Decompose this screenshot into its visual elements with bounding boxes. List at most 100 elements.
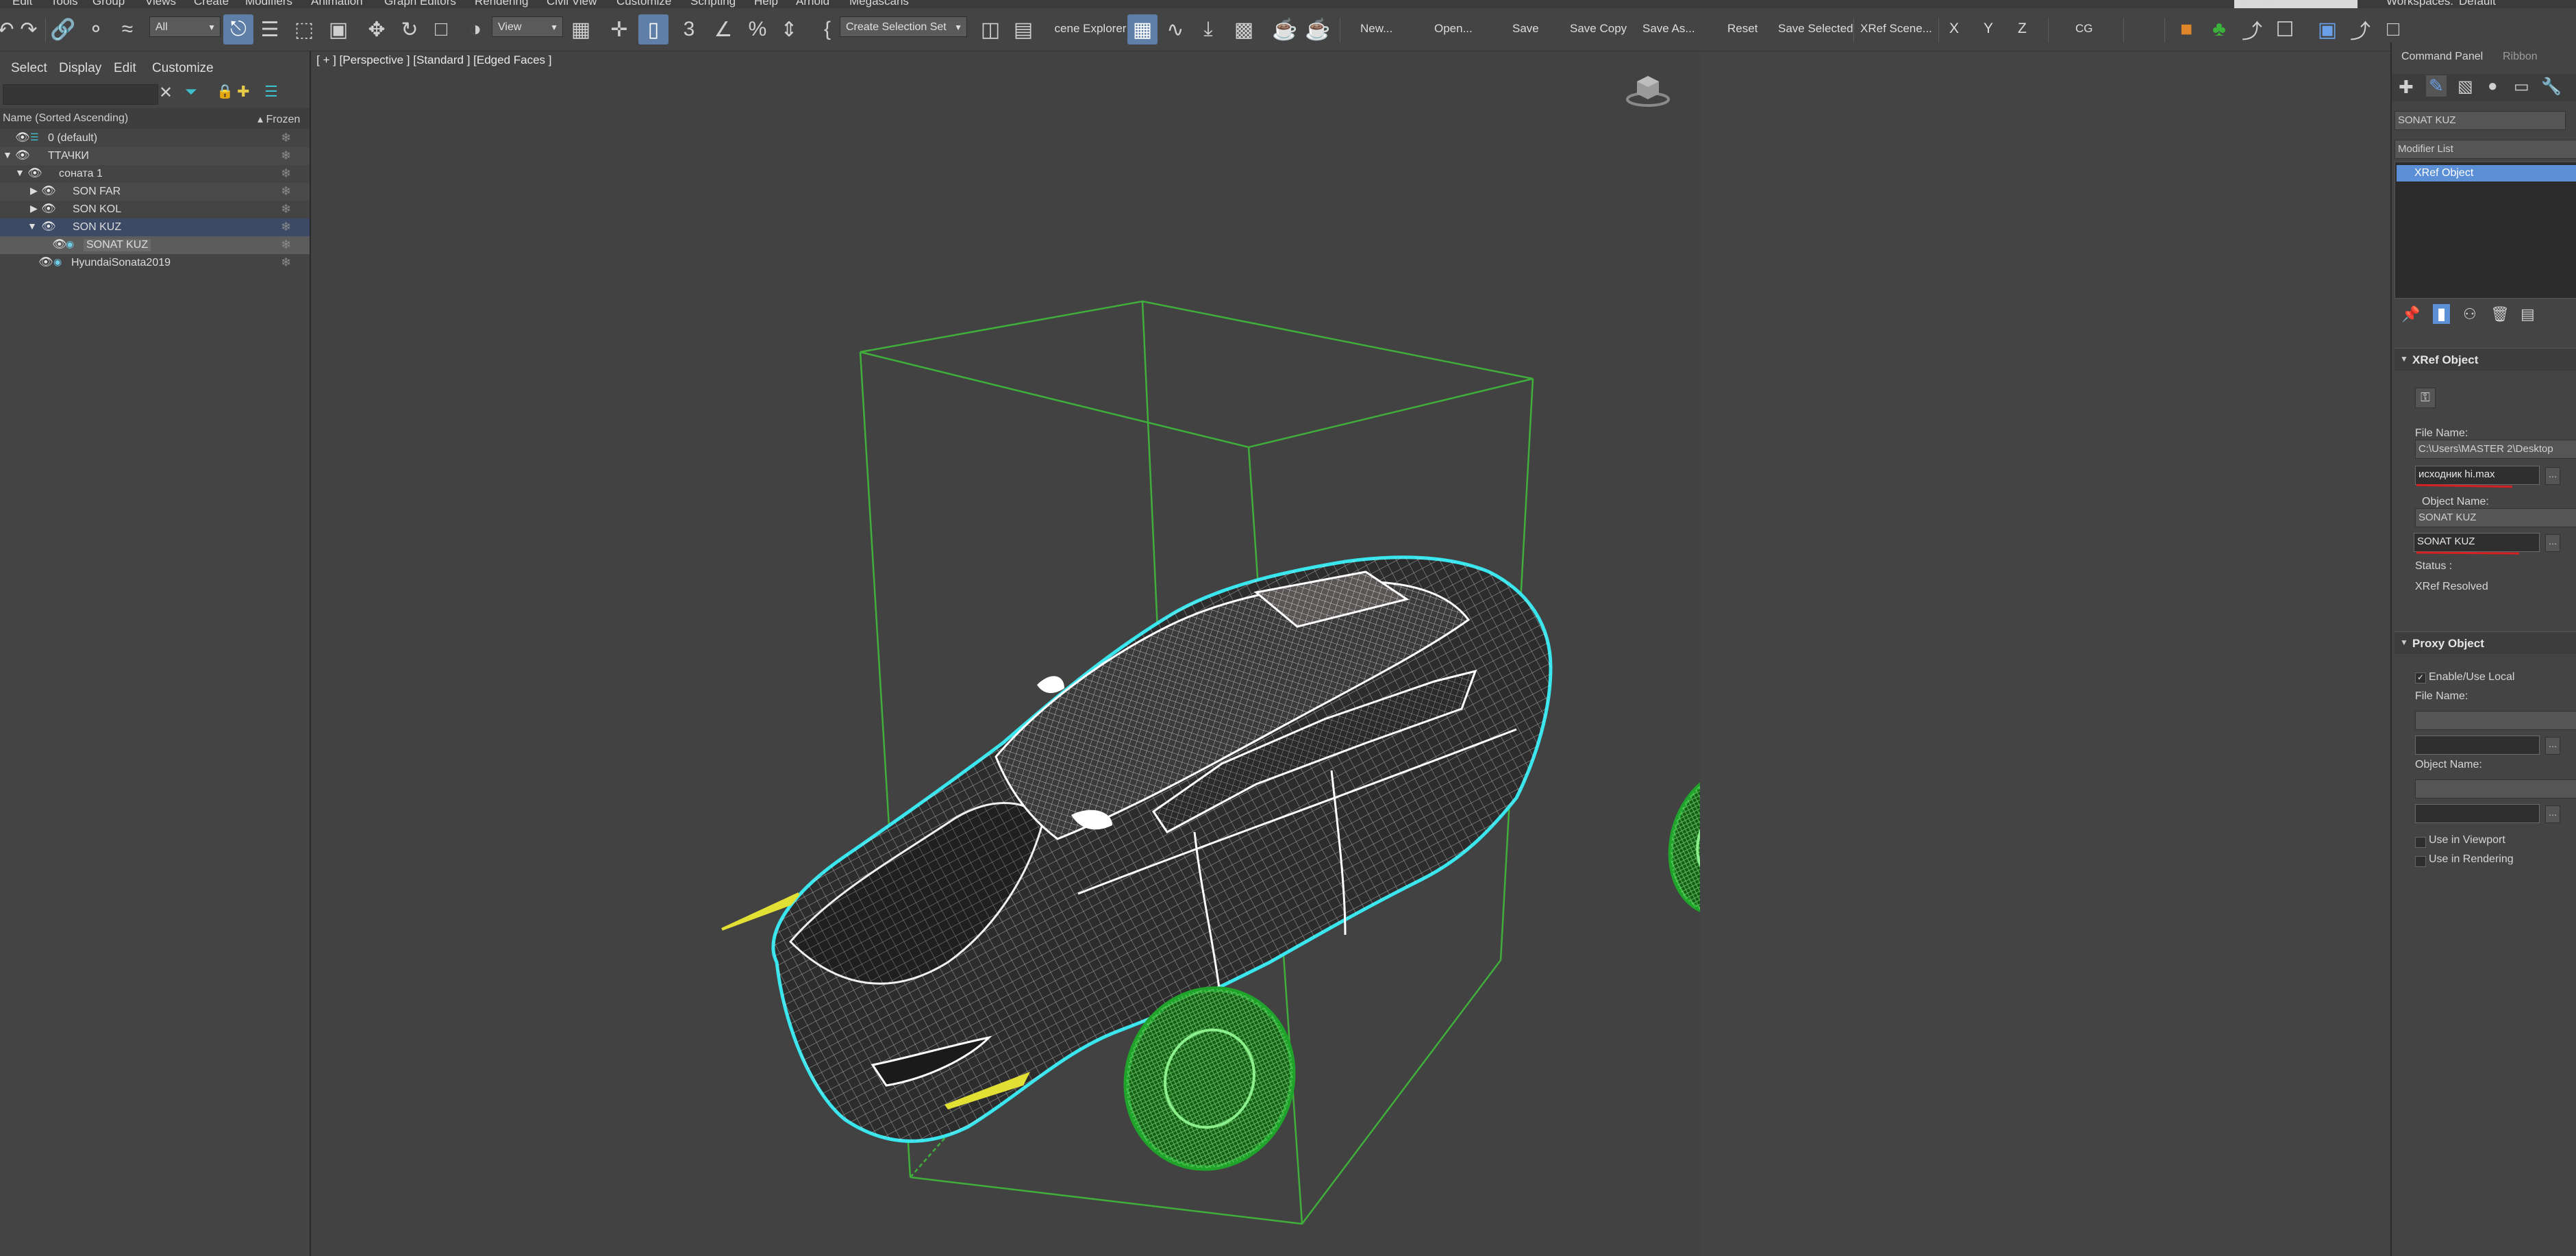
tool-icon[interactable]: ⤴ — [2237, 14, 2267, 45]
explorer-menu-display[interactable]: Display — [59, 61, 101, 76]
render-setup-icon[interactable]: ☕ — [1270, 14, 1300, 45]
mirror-icon[interactable]: ◫ — [975, 14, 1005, 45]
list-item[interactable]: 👁 ◉ SONAT KUZ ❄ — [0, 236, 310, 254]
explorer-menu-customize[interactable]: Customize — [152, 61, 214, 76]
material-editor-icon[interactable]: ▩ — [1229, 14, 1259, 45]
eye-icon[interactable]: 👁 — [15, 131, 30, 145]
eye-icon[interactable]: 👁 — [41, 220, 56, 234]
viewcube-icon[interactable] — [1626, 69, 1670, 108]
menu-rendering[interactable]: Rendering — [475, 0, 528, 8]
chevron-right-icon[interactable]: ▶ — [30, 203, 38, 214]
menu-modifiers[interactable]: Modifiers — [245, 0, 292, 8]
blue-panel-icon[interactable]: ▣ — [2312, 14, 2342, 45]
select-and-scale-icon[interactable]: □ — [426, 14, 456, 45]
angle-snap-icon[interactable]: ∠ — [708, 14, 738, 45]
select-and-place-icon[interactable]: ◑ — [460, 14, 490, 45]
column-frozen-header[interactable]: ▴ Frozen — [258, 112, 300, 126]
use-in-viewport-checkbox[interactable] — [2415, 837, 2426, 848]
menu-animation[interactable]: Animation — [311, 0, 363, 8]
tab-ribbon[interactable]: Ribbon — [2503, 51, 2538, 63]
percent-snap-icon[interactable]: % — [742, 14, 773, 45]
list-item[interactable]: 👁 ☰ 0 (default) ❄ — [0, 129, 310, 147]
menu-help[interactable]: Help — [754, 0, 778, 8]
xref-scene-button[interactable]: XRef Scene... — [1860, 14, 1932, 44]
freeze-icon[interactable]: ❄ — [281, 202, 291, 216]
proxy-object-rollout[interactable]: ▼ Proxy Object — [2394, 631, 2576, 654]
modifier-stack-item[interactable]: XRef Object — [2397, 165, 2576, 181]
menu-megascans[interactable]: Megascans — [849, 0, 909, 8]
menu-group[interactable]: Group — [92, 0, 125, 8]
menu-create[interactable]: Create — [194, 0, 229, 8]
eye-icon[interactable]: 👁 — [52, 238, 67, 251]
eye-icon[interactable]: 👁 — [27, 166, 42, 180]
select-and-manipulate-icon[interactable]: ✛ — [604, 14, 634, 45]
freeze-icon[interactable]: ❄ — [281, 149, 291, 163]
new-button[interactable]: New... — [1360, 14, 1392, 44]
open-button[interactable]: Open... — [1434, 14, 1473, 44]
keyboard-shortcut-override-icon[interactable]: ▯ — [638, 14, 668, 45]
save-copy-button[interactable]: Save Copy — [1570, 14, 1627, 44]
display-tab-icon[interactable]: ▭ — [2514, 77, 2529, 97]
chevron-down-icon[interactable]: ▼ — [3, 149, 12, 160]
named-selection-sets-dropdown[interactable]: Create Selection Set ▼ — [840, 16, 967, 37]
link-tool-icon[interactable]: ☐ — [2270, 14, 2300, 45]
select-and-link-icon[interactable]: 🔗 — [48, 14, 78, 45]
selection-filter-dropdown[interactable]: All ▼ — [149, 16, 221, 37]
xref-object-name-input[interactable]: SONAT KUZ — [2414, 533, 2540, 552]
green-plugin-icon[interactable]: ♣ — [2204, 14, 2234, 45]
list-item[interactable]: ▶ 👁 SON KOL ❄ — [0, 201, 310, 218]
eye-icon[interactable]: 👁 — [41, 202, 56, 216]
layer-explorer-icon[interactable]: ▦ — [1127, 14, 1158, 45]
select-object-icon[interactable]: ⎋ — [223, 14, 253, 45]
browse-proxy-file-button[interactable]: … — [2545, 737, 2560, 755]
eye-icon[interactable]: 👁 — [41, 184, 56, 198]
column-name-header[interactable]: Name (Sorted Ascending) — [3, 112, 128, 125]
schematic-view-icon[interactable]: ⤓ — [1193, 14, 1223, 45]
save-button[interactable]: Save — [1512, 14, 1539, 44]
proxy-object-name-input[interactable] — [2415, 804, 2540, 823]
menu-civil-view[interactable]: Civil View — [547, 0, 597, 8]
lock-icon[interactable]: 🔒 — [216, 83, 234, 100]
save-selected-button[interactable]: Save Selected — [1778, 14, 1853, 44]
menu-scripting[interactable]: Scripting — [690, 0, 736, 8]
show-end-result-icon[interactable]: ▮ — [2433, 304, 2451, 324]
enable-use-local-checkbox[interactable]: ✓ — [2415, 673, 2426, 683]
edit-named-selection-icon[interactable]: { — [812, 14, 842, 45]
list-item[interactable]: ▶ 👁 SON FAR ❄ — [0, 183, 310, 201]
axis-z-button[interactable]: Z — [2018, 14, 2027, 44]
list-item[interactable]: ▼ 👁 SON KUZ ❄ — [0, 218, 310, 236]
perspective-viewport[interactable]: [ + ] [Perspective ] [Standard ] [Edged … — [311, 51, 1700, 1256]
select-and-move-icon[interactable]: ✥ — [362, 14, 392, 45]
xref-object-rollout[interactable]: ▼ XRef Object — [2394, 348, 2576, 370]
render-production-icon[interactable]: ☕ — [1303, 14, 1333, 45]
chevron-down-icon[interactable]: ▼ — [27, 221, 37, 231]
select-and-rotate-icon[interactable]: ↻ — [395, 14, 425, 45]
chevron-down-icon[interactable]: ▼ — [15, 167, 25, 178]
object-name-field[interactable]: SONAT KUZ — [2394, 111, 2566, 130]
unlink-selection-icon[interactable]: ⚬ — [81, 14, 111, 45]
chevron-right-icon[interactable]: ▶ — [30, 185, 38, 197]
tool-icon[interactable]: ⤴ — [2345, 14, 2375, 45]
orange-script-icon[interactable]: ■ — [2171, 14, 2201, 45]
freeze-icon[interactable]: ❄ — [281, 220, 291, 234]
reference-coordinate-dropdown[interactable]: View ▼ — [492, 16, 563, 37]
save-as-button[interactable]: Save As... — [1642, 14, 1695, 44]
pin-stack-icon[interactable]: 📌 — [2401, 305, 2420, 323]
freeze-icon[interactable]: ❄ — [281, 131, 291, 145]
align-icon[interactable]: ▤ — [1008, 14, 1038, 45]
configure-modifier-sets-icon[interactable]: ▤ — [2521, 305, 2535, 323]
create-tab-icon[interactable]: ✚ — [2399, 77, 2414, 98]
xref-file-input[interactable]: исходник hi.max — [2415, 466, 2540, 485]
pivot-center-icon[interactable]: ▦ — [566, 14, 596, 45]
freeze-icon[interactable]: ❄ — [281, 238, 291, 252]
viewport-layout-icon[interactable]: □ — [2378, 14, 2408, 45]
eye-icon[interactable]: 👁 — [38, 255, 53, 269]
explorer-menu-select[interactable]: Select — [11, 61, 47, 76]
menu-tools[interactable]: Tools — [51, 0, 78, 8]
snaps-toggle-icon[interactable]: 3 — [674, 14, 704, 45]
browse-object-button[interactable]: … — [2545, 534, 2560, 552]
curve-editor-icon[interactable]: ∿ — [1160, 14, 1190, 45]
workspace-select[interactable]: Default — [2459, 0, 2496, 8]
select-by-name-icon[interactable]: ☰ — [255, 14, 285, 45]
list-item[interactable]: ▼ 👁 соната 1 ❄ — [0, 165, 310, 183]
